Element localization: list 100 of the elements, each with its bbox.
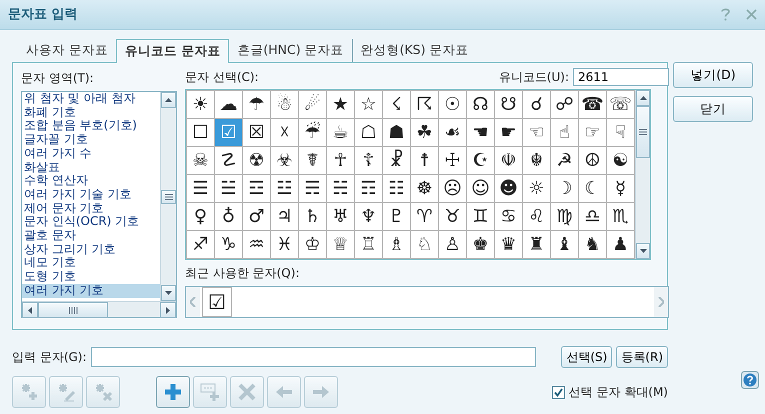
char-cell[interactable]: ♗ (383, 231, 411, 259)
char-cell[interactable]: ☋ (495, 91, 523, 119)
char-cell[interactable]: ♖ (355, 231, 383, 259)
char-cell[interactable]: ♓ (271, 231, 299, 259)
char-cell[interactable]: ♆ (355, 203, 383, 231)
char-cell[interactable]: ☄ (299, 91, 327, 119)
char-cell[interactable]: ☆ (355, 91, 383, 119)
char-cell[interactable]: ♄ (299, 203, 327, 231)
list-item[interactable]: 수학 연산자 (22, 174, 160, 188)
char-cell[interactable]: ☫ (495, 147, 523, 175)
scroll-thumb-icon[interactable] (639, 129, 647, 135)
char-cell[interactable]: ☍ (551, 91, 579, 119)
char-cell[interactable]: ☉ (439, 91, 467, 119)
action-button[interactable]: 선택(S) (561, 346, 612, 368)
list-item[interactable]: 글자꼴 기호 (22, 133, 160, 147)
close-icon[interactable] (746, 9, 757, 20)
char-cell[interactable]: ☜ (523, 119, 551, 147)
char-cell[interactable]: ♉ (439, 203, 467, 231)
char-cell[interactable]: ♔ (299, 231, 327, 259)
char-cell[interactable]: ☩ (439, 147, 467, 175)
char-cell[interactable]: ♍ (551, 203, 579, 231)
char-cell[interactable]: ♃ (271, 203, 299, 231)
char-cell[interactable]: ♎ (579, 203, 607, 231)
char-cell[interactable]: ☈ (411, 91, 439, 119)
char-cell[interactable]: ☂ (243, 91, 271, 119)
toolbar-button[interactable] (156, 376, 190, 408)
char-cell[interactable]: ♜ (523, 231, 551, 259)
char-cell[interactable]: ☽ (551, 175, 579, 203)
list-item[interactable]: 네모 기호 (22, 256, 160, 270)
char-cell[interactable]: ♕ (327, 231, 355, 259)
list-item[interactable]: 여러 가지 수 (22, 146, 160, 161)
list-item[interactable]: 화살표 (22, 160, 160, 174)
tab[interactable]: 흔글(HNC) 문자표 (229, 39, 352, 62)
char-cell[interactable]: ☻ (495, 175, 523, 203)
recent-char[interactable]: ☑ (202, 287, 232, 317)
char-cell[interactable]: ♂ (243, 203, 271, 231)
char-cell[interactable]: ☥ (327, 147, 355, 175)
tab[interactable]: 유니코드 문자표 (116, 39, 230, 63)
char-cell[interactable]: ☨ (411, 147, 439, 175)
category-list[interactable]: 위 첨자 및 아래 첨자 화폐 기호 조합 분음 부호(기호) 글자꼴 기호 여러 가지 수 화살표 수학 연산자 여러 가지 기술 기호 제어 문자 기호 문자 인식(OCR) 기호 괄호 문자 상자 그리기 기호 네모 기호 도형 기호 여러 가지 기호 (21, 91, 177, 318)
char-cell[interactable]: ♌ (523, 203, 551, 231)
list-item[interactable]: 문자 인식(OCR) 기호 (22, 215, 160, 230)
char-cell[interactable]: ☇ (383, 91, 411, 119)
char-cell[interactable]: ☛ (495, 119, 523, 147)
help-icon[interactable] (741, 371, 759, 389)
list-item[interactable]: 제어 문자 기호 (22, 202, 160, 216)
action-button[interactable]: 등록(R) (616, 346, 668, 368)
scroll-right-icon[interactable] (166, 306, 170, 314)
help-icon[interactable] (721, 8, 730, 21)
char-cell[interactable]: ☔ (299, 119, 327, 147)
char-cell[interactable]: ☓ (271, 119, 299, 147)
char-cell[interactable]: ♊ (467, 203, 495, 231)
list-item[interactable]: 도형 기호 (22, 270, 160, 284)
char-cell[interactable]: ☎ (579, 91, 607, 119)
char-cell[interactable]: ♞ (579, 231, 607, 259)
char-cell[interactable]: ♝ (551, 231, 579, 259)
scroll-thumb-icon[interactable] (68, 306, 78, 314)
char-cell[interactable]: ☼ (523, 175, 551, 203)
char-cell[interactable]: ☮ (579, 147, 607, 175)
char-cell[interactable]: ♈ (411, 203, 439, 231)
char-cell[interactable]: ☱ (215, 175, 243, 203)
char-cell[interactable]: ♀ (187, 203, 215, 231)
char-cell[interactable]: ☀ (187, 91, 215, 119)
char-cell[interactable]: ☳ (271, 175, 299, 203)
char-cell[interactable]: ☤ (299, 147, 327, 175)
char-cell[interactable]: ☝ (551, 119, 579, 147)
list-item[interactable]: 여러 가지 기호 (22, 284, 160, 298)
char-cell[interactable]: ☾ (579, 175, 607, 203)
char-cell[interactable]: ♙ (439, 231, 467, 259)
char-cell[interactable]: ♘ (411, 231, 439, 259)
dialog-button[interactable]: 닫기 (673, 96, 753, 122)
char-cell[interactable]: ☚ (467, 119, 495, 147)
char-cell[interactable]: ♋ (495, 203, 523, 231)
char-cell[interactable]: ☪ (467, 147, 495, 175)
char-cell[interactable]: ☞ (579, 119, 607, 147)
char-cell[interactable]: ♐ (187, 231, 215, 259)
char-cell[interactable]: ☵ (327, 175, 355, 203)
char-cell[interactable]: ☕ (327, 119, 355, 147)
scroll-thumb-icon[interactable] (164, 194, 172, 200)
list-item[interactable]: 화폐 기호 (22, 106, 160, 120)
char-cell[interactable]: ☗ (383, 119, 411, 147)
char-cell[interactable]: ☊ (467, 91, 495, 119)
scroll-down-icon[interactable] (165, 291, 172, 295)
scroll-down-icon[interactable] (640, 249, 646, 253)
char-cell[interactable]: ☌ (523, 91, 551, 119)
char-cell[interactable]: ★ (327, 91, 355, 119)
char-cell[interactable]: ♒ (243, 231, 271, 259)
char-cell[interactable]: ☒ (243, 119, 271, 147)
char-cell[interactable]: ☹ (439, 175, 467, 203)
dialog-button[interactable]: 넣기(D) (673, 62, 753, 88)
char-cell[interactable]: ☙ (439, 119, 467, 147)
list-item[interactable]: 위 첨자 및 아래 첨자 (22, 92, 160, 106)
char-cell[interactable]: ♁ (215, 203, 243, 231)
char-cell[interactable]: ☭ (551, 147, 579, 175)
char-cell[interactable]: ☧ (383, 147, 411, 175)
char-cell[interactable]: ☷ (383, 175, 411, 203)
tab[interactable]: 사용자 문자표 (18, 39, 116, 62)
char-cell[interactable]: ☘ (411, 119, 439, 147)
list-item[interactable]: 상자 그리기 기호 (22, 242, 160, 256)
scroll-up-icon[interactable] (640, 96, 646, 100)
